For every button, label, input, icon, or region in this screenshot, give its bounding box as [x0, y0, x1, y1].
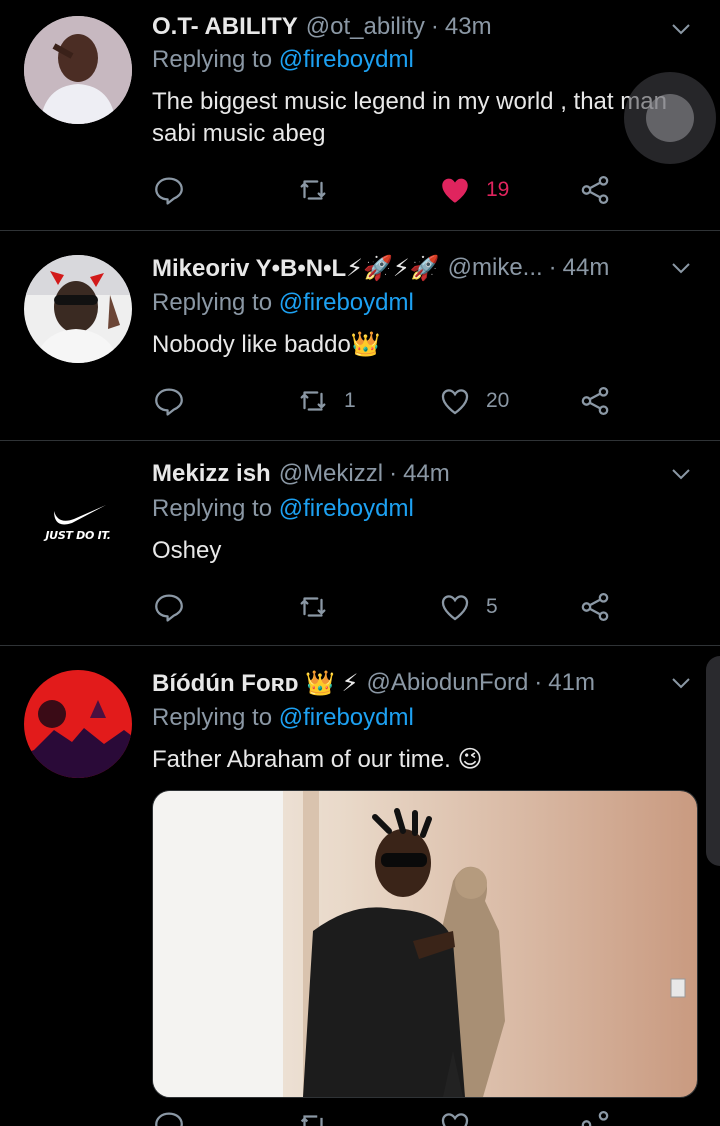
retweet-count: 1 [344, 389, 356, 412]
tweet-actions: 5 [152, 587, 720, 627]
separator: · [548, 254, 557, 281]
scroll-edge-handle[interactable] [706, 656, 720, 866]
chevron-down-icon[interactable] [670, 257, 692, 279]
tweet-header: Bíódún Fᴏʀᴅ 👑 ⚡ @AbiodunFord · 41m [152, 666, 660, 700]
like-icon [442, 178, 468, 203]
chevron-down-icon[interactable] [670, 18, 692, 40]
display-name[interactable]: Bíódún Fᴏʀᴅ 👑 ⚡ [152, 669, 359, 698]
tweet-actions: 19 [152, 170, 720, 210]
replying-to: Replying to @fireboydml [152, 46, 414, 74]
reply-icon [155, 594, 183, 622]
replying-to-label: Replying to [152, 289, 273, 316]
like-count: 20 [486, 389, 510, 412]
share-button[interactable] [578, 587, 612, 627]
avatar[interactable] [24, 670, 132, 778]
replying-to-link[interactable]: @fireboydml [279, 289, 414, 316]
user-handle[interactable]: @mike... [448, 254, 543, 282]
reply-button[interactable] [152, 381, 186, 421]
chevron-down-icon[interactable] [670, 672, 692, 694]
like-count: 5 [486, 595, 498, 618]
replying-to-link[interactable]: @fireboydml [279, 704, 414, 731]
like-icon[interactable] [438, 1108, 472, 1126]
timestamp[interactable]: 43m [445, 13, 492, 41]
chevron-down-icon[interactable] [670, 463, 692, 485]
tweet-text: Oshey [152, 537, 222, 564]
separator: · [534, 669, 543, 696]
tweet-text-line: The biggest music legend in my world , t… [152, 88, 667, 115]
avatar[interactable] [24, 16, 132, 124]
share-button[interactable] [578, 170, 612, 210]
retweet-icon [300, 391, 326, 411]
like-button[interactable]: 5 [438, 587, 498, 627]
tweet-actions: 1 20 [152, 381, 720, 421]
retweet-icon[interactable] [296, 1108, 330, 1126]
retweet-button[interactable] [296, 587, 344, 627]
user-handle[interactable]: @ot_ability [306, 13, 425, 41]
replying-to-link[interactable]: @fireboydml [279, 46, 414, 73]
tweet-header: Mekizz ish @Mekizzl · 44m [152, 457, 660, 491]
reply-icon[interactable] [152, 1108, 186, 1126]
avatar[interactable] [24, 255, 132, 363]
display-name[interactable]: Mekizz ish [152, 460, 271, 488]
floating-assistive-button[interactable] [624, 72, 716, 164]
share-icon[interactable] [578, 1108, 612, 1126]
tweet-text: Father Abraham of our time. 😉 [152, 746, 483, 773]
replying-to: Replying to @fireboydml [152, 704, 414, 732]
share-icon [581, 592, 609, 622]
reply-button[interactable] [152, 587, 186, 627]
replying-to-label: Replying to [152, 495, 273, 522]
retweet-button[interactable] [296, 170, 344, 210]
swoosh-icon [54, 505, 106, 525]
tweet-actions [152, 1108, 672, 1126]
reply-button[interactable] [152, 170, 186, 210]
share-icon [581, 386, 609, 416]
timestamp[interactable]: 44m [563, 254, 610, 282]
tweet[interactable]: O.T- ABILITY @ot_ability · 43m Replying … [0, 0, 720, 231]
like-button[interactable]: 19 [438, 170, 509, 210]
tweet-media-photo[interactable] [152, 790, 698, 1098]
reply-icon [155, 388, 183, 416]
tweet-text-line: sabi music abeg [152, 120, 326, 147]
user-handle[interactable]: @AbiodunFord [367, 669, 529, 697]
replying-to: Replying to @fireboydml [152, 289, 414, 317]
timestamp[interactable]: 44m [403, 460, 450, 488]
tweet-text: Nobody like baddo👑 [152, 331, 381, 358]
avatar-caption: JUST DO IT. [45, 529, 111, 542]
like-icon [441, 595, 469, 621]
replying-to-label: Replying to [152, 704, 273, 731]
like-count: 19 [486, 178, 510, 201]
replying-to: Replying to @fireboydml [152, 495, 414, 523]
timestamp[interactable]: 41m [548, 669, 595, 697]
replying-to-label: Replying to [152, 46, 273, 73]
user-handle[interactable]: @Mekizzl [279, 460, 383, 488]
avatar[interactable]: JUST DO IT. [24, 467, 132, 575]
tweet-header: Mikeoriv Y•B•N•L⚡🚀⚡🚀 @mike... · 44m [152, 251, 660, 285]
retweet-icon [300, 180, 326, 200]
like-button[interactable]: 20 [438, 381, 509, 421]
separator: · [430, 13, 439, 40]
share-button[interactable] [578, 381, 612, 421]
tweet[interactable]: Mikeoriv Y•B•N•L⚡🚀⚡🚀 @mike... · 44m Repl… [0, 231, 720, 441]
retweet-icon [300, 597, 326, 617]
display-name[interactable]: O.T- ABILITY [152, 13, 298, 41]
display-name[interactable]: Mikeoriv Y•B•N•L⚡🚀⚡🚀 [152, 254, 440, 283]
separator: · [389, 460, 398, 487]
like-icon [441, 389, 469, 415]
replying-to-link[interactable]: @fireboydml [279, 495, 414, 522]
tweet[interactable]: JUST DO IT. Mekizz ish @Mekizzl · 44m Re… [0, 441, 720, 646]
tweet-header: O.T- ABILITY @ot_ability · 43m [152, 10, 660, 44]
retweet-button[interactable]: 1 [296, 381, 356, 421]
share-icon [581, 175, 609, 205]
tweet-text: The biggest music legend in my world , t… [152, 86, 684, 150]
reply-icon [155, 177, 183, 205]
